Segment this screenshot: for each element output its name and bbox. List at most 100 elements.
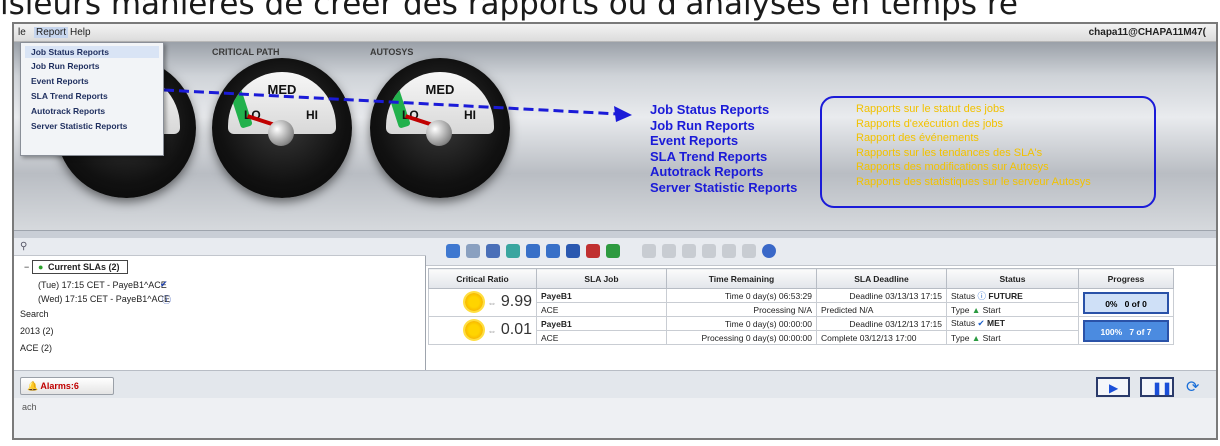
processing: Processing 0 day(s) 00:00:00: [666, 330, 817, 345]
fr-item: Rapports des statistiques sur le serveur…: [856, 175, 1091, 188]
progress-percent: 100%: [1100, 326, 1123, 337]
tag-icon[interactable]: [722, 244, 736, 258]
binoculars-icon[interactable]: ⚲: [20, 241, 27, 252]
pause-button[interactable]: ❚❚: [1140, 377, 1174, 397]
deadline: Deadline 03/12/13 17:15: [816, 316, 947, 331]
table-row[interactable]: ACE Processing N/A Predicted N/A Type ▲ …: [429, 302, 1174, 317]
progress-bar: 100% 7 of 7: [1083, 319, 1169, 342]
job-group: ACE: [536, 302, 667, 317]
col-status[interactable]: Status: [946, 268, 1079, 289]
fr-item: Rapports des modifications sur Autosys: [856, 161, 1049, 173]
chart-icon[interactable]: [606, 244, 620, 258]
sync-icon[interactable]: ⟳: [1186, 377, 1199, 397]
table-icon[interactable]: [566, 244, 580, 258]
menu-help[interactable]: Help: [70, 27, 91, 38]
fr-item: Rapport des événements: [856, 132, 979, 144]
progress-bar: 0% 0 of 0: [1083, 291, 1169, 314]
sort-icon[interactable]: [486, 244, 500, 258]
type-value: Start: [982, 304, 1001, 315]
play-button[interactable]: ▶: [1096, 377, 1130, 397]
tree-search[interactable]: Search: [20, 309, 49, 319]
splitter[interactable]: [14, 230, 1216, 238]
view-icon[interactable]: [526, 244, 540, 258]
menu-file[interactable]: le: [18, 27, 26, 38]
menu-item-autotrack[interactable]: Autotrack Reports: [31, 106, 105, 116]
col-sla-deadline[interactable]: SLA Deadline: [816, 268, 947, 289]
fr-item: Rapports sur les tendances des SLA's: [856, 146, 1043, 159]
tree-item-tue[interactable]: (Tue) 17:15 CET - PayeB1^ACE: [38, 280, 167, 290]
calendar-icon[interactable]: [682, 244, 696, 258]
menu-item-job-status[interactable]: Job Status Reports: [31, 47, 109, 57]
tree-year[interactable]: 2013 (2): [20, 326, 54, 336]
menu-report[interactable]: Report: [34, 27, 69, 38]
arrows-icon: ⇔: [487, 326, 497, 337]
en-item: Job Status Reports: [650, 102, 770, 117]
gauge-critical-path: MEDLOHI: [212, 58, 352, 198]
tree-pane: ⚲ ● Current SLAs (2) − (Tue) 17:15 CET -…: [14, 238, 426, 370]
sla-pane: Critical Ratio SLA Job Time Remaining SL…: [426, 238, 1216, 370]
report-list-english: Job Status Reports Job Run Reports Event…: [650, 102, 797, 195]
complete: Complete 03/12/13 17:00: [816, 330, 947, 345]
tree-collapse-icon[interactable]: −: [24, 262, 29, 272]
tree-current-label: Current SLAs (2): [48, 262, 120, 272]
tree-toolbar: ⚲: [14, 238, 426, 256]
pin-icon[interactable]: [642, 244, 656, 258]
export-icon[interactable]: [506, 244, 520, 258]
predicted: Predicted N/A: [816, 302, 947, 317]
progress-count: 7 of 7: [1129, 326, 1152, 337]
table-row[interactable]: ⇔ 9.99 PayeB1 Time 0 day(s) 06:53:29 Dea…: [428, 288, 1174, 317]
grid-icon[interactable]: [546, 244, 560, 258]
tree-ace[interactable]: ACE (2): [20, 343, 52, 353]
menu-item-job-run[interactable]: Job Run Reports: [31, 61, 99, 71]
dashboard-panel: CRITICAL PATH AUTOSYS MEDLOHI MEDLOHI ME…: [14, 42, 1216, 230]
en-item: SLA Trend Reports: [650, 148, 768, 164]
fr-item: Rapports d'exécution des jobs: [856, 117, 1004, 130]
refresh-icon[interactable]: [446, 244, 460, 258]
ratio-value: 0.01: [500, 321, 532, 339]
status-label: Status: [951, 290, 976, 301]
note-icon[interactable]: [742, 244, 756, 258]
alarm-bell-icon: 🔔: [27, 381, 39, 391]
fr-item: Rapports sur le statut des jobs: [856, 103, 1005, 115]
type-label: Type: [951, 304, 970, 315]
info-icon: ⓘ: [162, 295, 172, 305]
flag-icon[interactable]: [586, 244, 600, 258]
menu-item-server-statistic[interactable]: Server Statistic Reports: [31, 121, 127, 131]
arrows-icon: ⇔: [487, 298, 497, 309]
menubar: le Report Help chapa11@CHAPA11M47(: [14, 24, 1216, 42]
menu-item-sla-trend[interactable]: SLA Trend Reports: [31, 91, 108, 101]
en-item: Autotrack Reports: [650, 164, 764, 179]
time-remaining: Time 0 day(s) 00:00:00: [666, 316, 817, 331]
gauge-label-autosys: AUTOSYS: [370, 47, 414, 57]
en-item: Event Reports: [650, 133, 739, 148]
gauge-label-critical: CRITICAL PATH: [212, 47, 280, 57]
play-icon: ▶: [1109, 381, 1119, 395]
tree-item-wed[interactable]: (Wed) 17:15 CET - PayeB1^ACE: [38, 294, 170, 304]
print-icon[interactable]: [466, 244, 480, 258]
table-row[interactable]: ⇔ 0.01 PayeB1 Time 0 day(s) 00:00:00 Dea…: [428, 316, 1174, 345]
report-dropdown-menu: Job Status Reports Job Run Reports Event…: [20, 42, 164, 156]
table-row[interactable]: ACE Processing 0 day(s) 00:00:00 Complet…: [429, 330, 1174, 345]
alarms-button[interactable]: 🔔 Alarms:6: [20, 377, 114, 395]
help-icon[interactable]: [762, 244, 776, 258]
check-icon: ✔: [977, 318, 985, 328]
settings-icon[interactable]: [702, 244, 716, 258]
gauge-autosys: MEDLOHI: [370, 58, 510, 198]
col-progress[interactable]: Progress: [1078, 268, 1174, 289]
col-sla-job[interactable]: SLA Job: [536, 268, 667, 289]
annotation-arrow: [164, 88, 632, 122]
user-label: chapa11@CHAPA11M47(: [1088, 27, 1206, 38]
col-time-remaining[interactable]: Time Remaining: [666, 268, 817, 289]
sun-icon: [464, 293, 483, 312]
progress-percent: 0%: [1105, 298, 1118, 309]
sla-toolbar: [426, 238, 1216, 266]
menu-item-event[interactable]: Event Reports: [31, 76, 89, 86]
job-name: PayeB1: [536, 316, 667, 331]
type-value: Start: [982, 332, 1001, 343]
col-critical-ratio[interactable]: Critical Ratio: [428, 268, 537, 289]
job-group: ACE: [536, 330, 667, 345]
pause-icon: ❚❚: [1152, 381, 1173, 395]
status-text: ach: [22, 402, 37, 412]
filter-icon[interactable]: [662, 244, 676, 258]
time-remaining: Time 0 day(s) 06:53:29: [666, 288, 817, 303]
